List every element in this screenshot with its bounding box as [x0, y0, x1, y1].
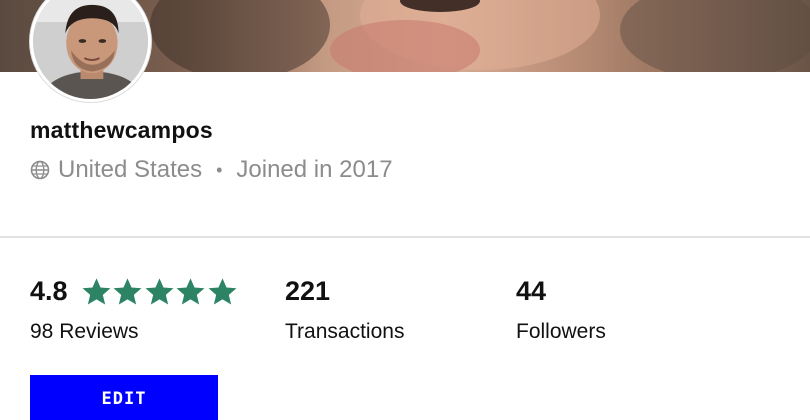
followers-value: 44	[516, 276, 547, 306]
edit-button[interactable]: EDIT	[30, 375, 218, 420]
divider	[0, 236, 810, 238]
rating-stat[interactable]: 4.8 98 Reviews	[30, 275, 238, 344]
star-icon	[82, 277, 110, 305]
star-icon	[145, 277, 173, 305]
meta-separator: •	[216, 159, 223, 180]
globe-icon	[30, 160, 50, 180]
transactions-label: Transactions	[285, 320, 405, 343]
transactions-value: 221	[285, 276, 331, 306]
star-icon	[113, 277, 142, 305]
reviews-count[interactable]: 98 Reviews	[30, 320, 238, 344]
username: matthewcampos	[30, 117, 213, 143]
transactions-stat[interactable]: 221 Transactions	[285, 275, 404, 344]
star-icon	[208, 277, 236, 305]
followers-label: Followers	[516, 320, 606, 343]
star-rating	[81, 276, 239, 307]
location-text: United States	[58, 156, 203, 183]
star-icon	[176, 277, 205, 305]
followers-stat[interactable]: 44 Followers	[516, 275, 606, 344]
joined-text: Joined in 2017	[236, 156, 393, 183]
avatar[interactable]	[30, 0, 151, 102]
profile-meta: United States • Joined in 2017	[30, 156, 393, 184]
rating-value: 4.8	[30, 276, 68, 306]
